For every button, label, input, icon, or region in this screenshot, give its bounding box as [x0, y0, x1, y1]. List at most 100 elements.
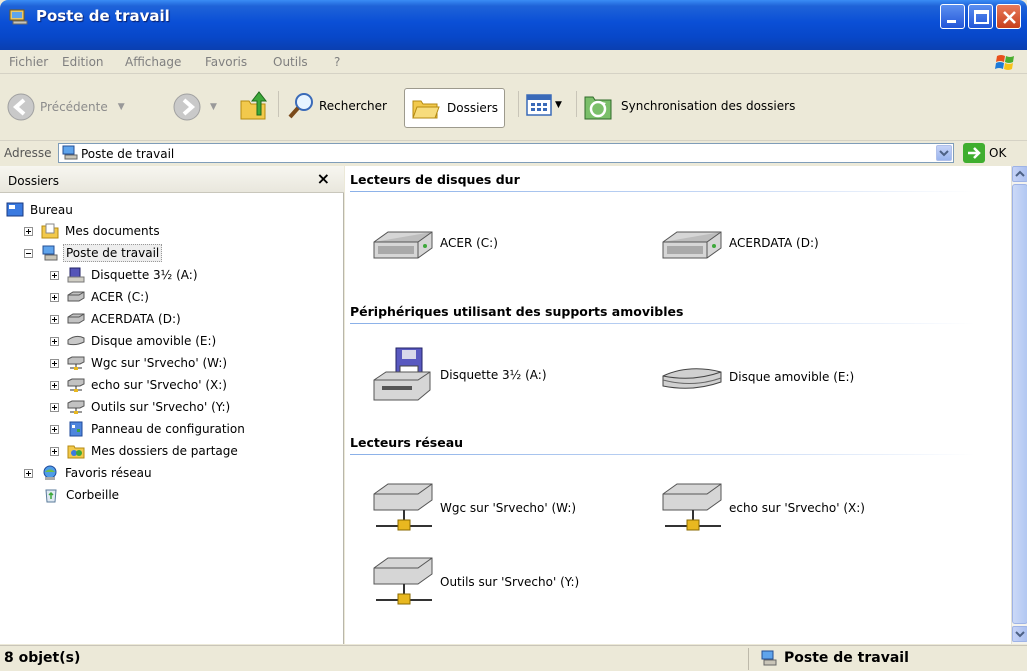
drive-item-outils[interactable]: Outils sur 'Srvecho' (Y:): [370, 554, 579, 610]
drive-item-acerdata-d[interactable]: ACERDATA (D:): [659, 218, 819, 268]
status-object-count: 8 objet(s): [4, 650, 81, 666]
scroll-down-button[interactable]: [1012, 626, 1027, 642]
go-label: OK: [989, 146, 1007, 160]
toolbar: Précédente ▼ ▼ Rechercher Dossiers ▼ Syn…: [0, 75, 1027, 141]
drive-item-disque-amovible[interactable]: Disque amovible (E:): [659, 352, 854, 402]
my-documents-icon: [41, 223, 59, 239]
toolbar-separator: [518, 91, 519, 117]
views-button[interactable]: ▼: [525, 93, 562, 117]
tree-item-echo[interactable]: echo sur 'Srvecho' (X:): [50, 375, 229, 395]
main-content: Lecteurs de disques dur ACER (C:) ACERDA…: [345, 166, 1011, 644]
menu-outils[interactable]: Outils: [273, 55, 308, 69]
collapse-icon[interactable]: [24, 248, 33, 258]
address-dropdown-button[interactable]: [936, 145, 952, 161]
network-drive-icon: [67, 378, 85, 392]
status-location: Poste de travail: [760, 650, 909, 666]
menu-fichier[interactable]: Fichier: [9, 55, 48, 69]
drive-label: ACER (C:): [440, 236, 498, 250]
my-computer-icon: [42, 245, 58, 261]
scroll-up-button[interactable]: [1012, 166, 1027, 182]
expand-icon[interactable]: [50, 424, 59, 434]
tree-item-panneau[interactable]: Panneau de configuration: [50, 419, 247, 439]
tree-item-corbeille[interactable]: Corbeille: [42, 485, 121, 505]
drive-label: ACERDATA (D:): [729, 236, 819, 250]
tree-label: Disque amovible (E:): [91, 334, 217, 348]
expand-icon[interactable]: [50, 402, 59, 412]
tree-item-dossiers-partage[interactable]: Mes dossiers de partage: [50, 441, 240, 461]
tree-label: Poste de travail: [63, 244, 163, 262]
tree-item-favoris-reseau[interactable]: Favoris réseau: [24, 463, 154, 483]
expand-icon[interactable]: [50, 270, 59, 280]
expand-icon[interactable]: [24, 226, 33, 236]
expand-icon[interactable]: [50, 446, 59, 456]
minimize-button[interactable]: [940, 4, 965, 29]
drive-item-wgc[interactable]: Wgc sur 'Srvecho' (W:): [370, 480, 576, 536]
folders-button[interactable]: Dossiers: [404, 88, 505, 128]
tree-label: Mes dossiers de partage: [91, 444, 238, 458]
network-drive-icon: [373, 483, 433, 531]
vertical-scrollbar[interactable]: [1011, 166, 1027, 644]
folders-icon: [412, 100, 440, 119]
tree-item-disquette[interactable]: Disquette 3½ (A:): [50, 265, 200, 285]
tree-item-mes-documents[interactable]: Mes documents: [24, 221, 162, 241]
folders-pane: Dossiers × Bureau Mes documents Poste de…: [0, 166, 344, 644]
menu-favoris[interactable]: Favoris: [205, 55, 247, 69]
expand-icon[interactable]: [50, 336, 59, 346]
maximize-icon: [974, 10, 989, 24]
menu-help[interactable]: ?: [334, 55, 340, 69]
go-arrow-icon: [963, 143, 985, 163]
folders-pane-title: Dossiers: [8, 174, 59, 188]
windows-flag-icon: [995, 55, 1014, 70]
group-divider: [350, 191, 975, 192]
back-dropdown-icon[interactable]: ▼: [118, 102, 125, 112]
address-label: Adresse: [4, 146, 52, 160]
window-title: Poste de travail: [36, 7, 170, 25]
address-bar: Adresse Poste de travail OK: [0, 142, 1027, 164]
drive-item-disquette[interactable]: Disquette 3½ (A:): [370, 346, 547, 404]
up-folder-icon: [240, 91, 268, 120]
menu-edition[interactable]: Edition: [62, 55, 104, 69]
tree-item-bureau[interactable]: Bureau: [6, 200, 75, 220]
expand-icon[interactable]: [50, 358, 59, 368]
tree-label: Wgc sur 'Srvecho' (W:): [91, 356, 228, 370]
chevron-up-icon: [1015, 170, 1025, 177]
forward-button[interactable]: ▼: [172, 92, 217, 122]
forward-arrow-icon: [173, 93, 201, 121]
my-computer-icon: [9, 9, 28, 25]
expand-icon[interactable]: [24, 468, 33, 478]
scroll-thumb[interactable]: [1012, 184, 1027, 624]
search-icon: [288, 93, 313, 119]
close-pane-button[interactable]: ×: [317, 169, 330, 188]
tree-item-outils[interactable]: Outils sur 'Srvecho' (Y:): [50, 397, 232, 417]
tree-label: Disquette 3½ (A:): [91, 268, 198, 282]
close-button[interactable]: [996, 4, 1021, 29]
drive-label: Disque amovible (E:): [729, 370, 855, 384]
drive-item-echo[interactable]: echo sur 'Srvecho' (X:): [659, 480, 865, 536]
address-field[interactable]: Poste de travail: [58, 143, 954, 163]
tree-item-poste-de-travail[interactable]: Poste de travail: [24, 243, 163, 263]
expand-icon[interactable]: [50, 314, 59, 324]
network-drive-icon: [373, 557, 433, 605]
views-dropdown-icon[interactable]: ▼: [555, 100, 562, 110]
go-button[interactable]: OK: [963, 143, 1006, 163]
status-location-label: Poste de travail: [784, 650, 909, 666]
title-bar[interactable]: Poste de travail: [0, 0, 1027, 50]
expand-icon[interactable]: [50, 292, 59, 302]
my-computer-icon: [761, 650, 777, 666]
tree-item-acer-c[interactable]: ACER (C:): [50, 287, 151, 307]
back-button[interactable]: Précédente ▼: [6, 92, 125, 122]
up-folder-button[interactable]: [237, 89, 271, 123]
maximize-button[interactable]: [968, 4, 993, 29]
sync-folders-button[interactable]: Synchronisation des dossiers: [583, 91, 795, 121]
tree-label: ACERDATA (D:): [91, 312, 181, 326]
tree-item-acerdata-d[interactable]: ACERDATA (D:): [50, 309, 183, 329]
tree-item-wgc[interactable]: Wgc sur 'Srvecho' (W:): [50, 353, 229, 373]
drive-item-acer-c[interactable]: ACER (C:): [370, 218, 498, 268]
tree-item-disque-amovible[interactable]: Disque amovible (E:): [50, 331, 218, 351]
forward-dropdown-icon[interactable]: ▼: [210, 102, 217, 112]
expand-icon[interactable]: [50, 380, 59, 390]
menu-affichage[interactable]: Affichage: [125, 55, 181, 69]
close-icon: [1003, 11, 1016, 24]
search-button[interactable]: Rechercher: [286, 91, 387, 121]
group-header-removable: Périphériques utilisant des supports amo…: [350, 304, 684, 319]
